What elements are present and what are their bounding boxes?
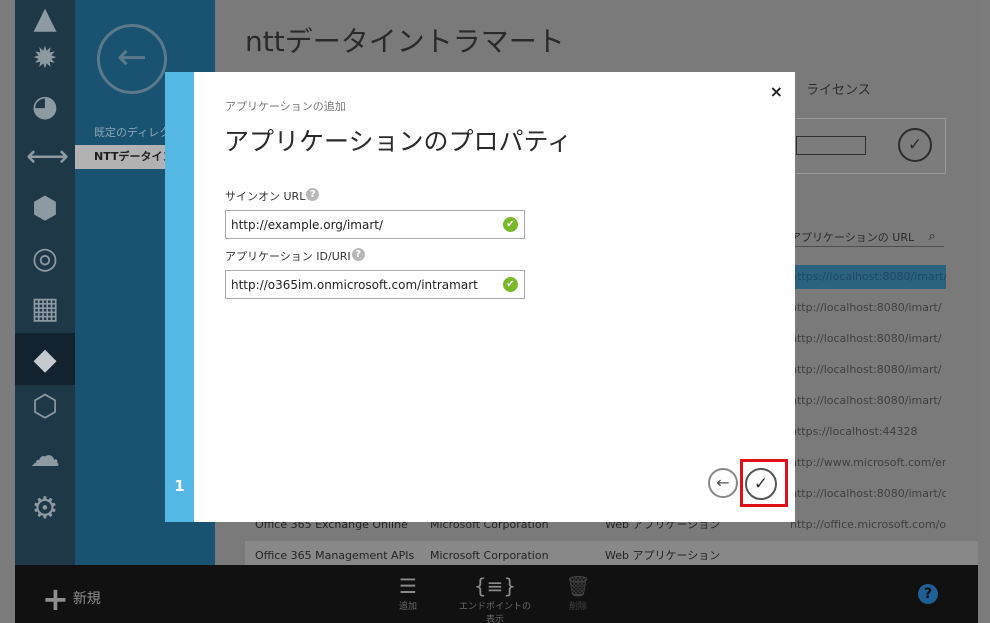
dialog-subtitle: アプリケーションの追加 (225, 100, 346, 113)
nav-gear-hex-icon[interactable]: ⬢ (26, 190, 64, 228)
back-arrow-icon[interactable]: ← (97, 24, 167, 94)
url-row[interactable]: http://www.microsoft.com/en-u... (790, 451, 946, 475)
nav-settings-icon[interactable]: ⚙ (26, 490, 64, 528)
window-frame-right (978, 0, 990, 623)
valid-check-icon: ✔ (503, 217, 518, 232)
highlight-box (740, 459, 788, 507)
app-id-uri-field[interactable]: ✔ (225, 270, 525, 299)
filter-input[interactable] (796, 136, 866, 155)
delete-button[interactable]: 🗑 削除 (538, 573, 618, 612)
signon-url-label: サインオン URL? (225, 188, 320, 204)
dialog-title: アプリケーションのプロパティ (224, 127, 573, 156)
previous-arrow-icon[interactable]: ← (708, 468, 738, 498)
nav-hex-icon[interactable]: ⬡ (26, 388, 64, 426)
nav-triangle-icon[interactable]: ▲ (26, 0, 64, 38)
url-row[interactable]: http://localhost:8080/imart/ (790, 389, 946, 413)
delete-label: 削除 (568, 602, 587, 612)
trash-icon: 🗑 (565, 574, 591, 598)
step-rail (165, 72, 194, 522)
app-id-uri-label-text: アプリケーション ID/URI (225, 250, 351, 263)
url-text: https://localhost:8080/imart/oaut... (790, 270, 946, 283)
step-number: 1 (174, 477, 185, 495)
app-id-uri-label: アプリケーション ID/URI? (225, 248, 365, 264)
new-button[interactable]: + 新規 (42, 580, 101, 618)
valid-check-icon: ✔ (503, 277, 518, 292)
url-row[interactable]: http://localhost:8080/imart/ (790, 358, 946, 382)
search-icon[interactable]: ⌕ (920, 229, 944, 247)
add-list-icon: ☰ (399, 574, 417, 598)
nav-chart-icon[interactable]: ◕ (26, 88, 64, 126)
signon-url-label-text: サインオン URL (225, 190, 306, 203)
url-text: http://localhost:8080/imart/oaut... (790, 487, 946, 500)
nav-cloud-icon[interactable]: ☁ (26, 438, 64, 476)
nav-diamond-icon[interactable]: ◆ (26, 341, 64, 379)
url-text: http://localhost:8080/imart/ (790, 363, 942, 376)
window-frame-left (0, 0, 15, 623)
url-row[interactable]: http://localhost:8080/imart/ (790, 296, 946, 320)
help-icon[interactable]: ? (918, 584, 938, 604)
nav-panel-icon[interactable]: ▦ (26, 290, 64, 328)
signon-url-input[interactable] (226, 211, 496, 238)
page-title: nttデータイントラマート (245, 25, 565, 58)
add-button[interactable]: ☰ 追加 (368, 573, 448, 612)
view-endpoints-button[interactable]: {≡} エンドポイントの表示 (455, 573, 535, 623)
help-question-icon[interactable]: ? (306, 188, 320, 201)
close-icon[interactable]: × (770, 82, 783, 101)
url-text: http://www.microsoft.com/en-u... (790, 456, 946, 469)
endpoints-label: エンドポイントの表示 (458, 602, 531, 623)
add-label: 追加 (398, 602, 417, 612)
signon-url-field[interactable]: ✔ (225, 210, 525, 239)
url-text: http://localhost:8080/imart/ (790, 332, 942, 345)
url-row[interactable]: https://localhost:8080/imart/oaut... (790, 265, 946, 289)
nav-arrow-circle-icon[interactable]: ◎ (26, 240, 64, 278)
add-application-dialog: 1 × アプリケーションの追加 アプリケーションのプロパティ サインオン URL… (165, 72, 795, 522)
endpoints-icon: {≡} (473, 574, 517, 598)
new-label: 新規 (72, 591, 101, 607)
url-text: https://localhost:44328 (790, 425, 918, 438)
url-row[interactable]: http://localhost:8080/imart/oaut... (790, 482, 946, 506)
nav-puzzle-icon[interactable]: ✹ (26, 40, 64, 78)
url-text: http://localhost:8080/imart/ (790, 301, 942, 314)
nav-rail (15, 0, 75, 565)
tab-license[interactable]: ライセンス (806, 79, 871, 98)
url-text: http://localhost:8080/imart/ (790, 394, 942, 407)
url-row[interactable]: http://localhost:8080/imart/ (790, 327, 946, 351)
nav-link-icon[interactable]: ⟷ (26, 138, 69, 176)
url-row[interactable]: https://localhost:44328 (790, 420, 946, 444)
column-header-label: アプリケーションの URL (790, 231, 915, 244)
plus-icon: + (42, 580, 69, 618)
help-question-icon[interactable]: ? (351, 248, 365, 261)
app-id-uri-input[interactable] (226, 271, 496, 298)
filter-check-icon[interactable]: ✓ (898, 128, 932, 162)
